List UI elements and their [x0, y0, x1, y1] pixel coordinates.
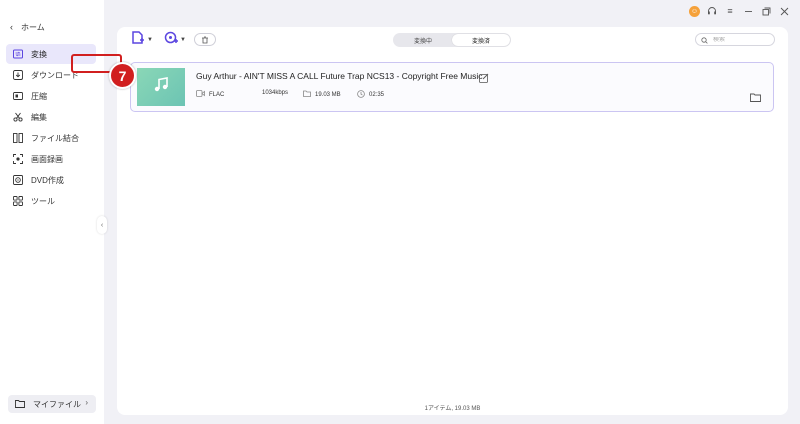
file-thumbnail	[137, 68, 185, 106]
music-note-icon	[152, 76, 170, 99]
sidebar-item-label: 編集	[31, 112, 47, 122]
bitrate-info: 1034kbps	[262, 90, 288, 96]
format-info: FLAC	[196, 90, 224, 99]
merge-icon	[13, 133, 23, 143]
sidebar-item-tools[interactable]: ツール	[6, 191, 96, 211]
status-tabs: 変換中 変換済	[393, 33, 511, 47]
file-list-item[interactable]: Guy Arthur - AIN'T MISS A CALL Future Tr…	[130, 62, 774, 112]
sidebar-item-screen-record[interactable]: 画面録画	[6, 149, 96, 169]
screen-record-icon	[13, 154, 23, 164]
sidebar-item-dvd[interactable]: DVD作成	[6, 170, 96, 190]
close-icon[interactable]	[778, 5, 790, 17]
download-icon	[13, 70, 23, 80]
my-files-button[interactable]: マイファイル ›	[8, 395, 96, 413]
open-folder-button[interactable]	[750, 89, 761, 107]
duration-value: 02:35	[369, 92, 385, 98]
main-panel: ▼ ▼ 変換中 変換済 Guy Arthur - AIN'T MISS A CA…	[117, 27, 788, 415]
clock-icon	[357, 90, 365, 100]
scissors-icon	[13, 112, 23, 122]
tab-converted[interactable]: 変換済	[452, 34, 510, 46]
user-avatar-icon[interactable]: ☺	[689, 5, 700, 17]
sidebar-item-label: 画面録画	[31, 154, 63, 164]
compress-icon	[13, 91, 23, 101]
chevron-down-icon: ▼	[147, 37, 153, 43]
folder-icon	[303, 90, 311, 99]
back-arrow-icon: ‹	[10, 22, 13, 32]
sidebar-collapse-button[interactable]: ‹	[97, 216, 107, 234]
add-file-icon	[131, 30, 145, 50]
folder-icon	[750, 89, 761, 106]
chevron-down-icon: ▼	[180, 37, 186, 43]
file-title: Guy Arthur - AIN'T MISS A CALL Future Tr…	[196, 71, 483, 81]
sidebar-item-label: DVD作成	[31, 175, 64, 185]
sidebar-item-label: ファイル結合	[31, 133, 79, 143]
bitrate-value: 1034kbps	[262, 90, 289, 96]
delete-button[interactable]	[194, 33, 216, 46]
dvd-icon	[13, 175, 23, 185]
add-media-button[interactable]: ▼	[164, 31, 186, 50]
video-camera-icon	[196, 90, 205, 99]
tools-icon	[13, 196, 23, 206]
size-value: 19.03 MB	[315, 91, 341, 98]
add-media-icon	[164, 31, 178, 50]
menu-icon[interactable]: ≡	[724, 5, 736, 17]
headset-support-icon[interactable]	[706, 5, 718, 17]
format-value: FLAC	[209, 91, 225, 98]
add-file-button[interactable]: ▼	[131, 30, 153, 50]
home-button[interactable]: ‹ ホーム	[10, 20, 45, 34]
convert-icon	[13, 49, 23, 59]
minimize-icon[interactable]	[742, 5, 754, 17]
status-bar-text: 1アイテム, 19.03 MB	[424, 406, 481, 412]
annotation-step-marker: 7	[109, 62, 136, 89]
size-info: 19.03 MB	[303, 90, 341, 99]
duration-info: 02:35	[357, 90, 384, 100]
tab-converting[interactable]: 変換中	[394, 34, 452, 46]
sidebar-item-compress[interactable]: 圧縮	[6, 86, 96, 106]
sidebar-item-merge[interactable]: ファイル結合	[6, 128, 96, 148]
sidebar-item-label: 変換	[31, 49, 47, 59]
chevron-right-icon: ›	[85, 398, 88, 407]
chevron-left-icon: ‹	[100, 221, 104, 229]
my-files-label: マイファイル	[33, 399, 81, 409]
folder-icon	[15, 399, 25, 410]
search-box	[695, 33, 775, 46]
home-label: ホーム	[21, 22, 45, 32]
trash-icon	[201, 31, 209, 49]
rename-button[interactable]	[479, 70, 489, 88]
edit-pencil-icon	[479, 70, 489, 87]
restore-icon[interactable]	[760, 5, 772, 17]
sidebar-item-label: 圧縮	[31, 91, 47, 101]
sidebar-item-label: ツール	[31, 196, 55, 206]
sidebar-item-edit[interactable]: 編集	[6, 107, 96, 127]
window-titlebar: ☺ ≡	[689, 4, 790, 18]
search-icon	[701, 31, 708, 49]
search-input[interactable]	[713, 36, 768, 43]
